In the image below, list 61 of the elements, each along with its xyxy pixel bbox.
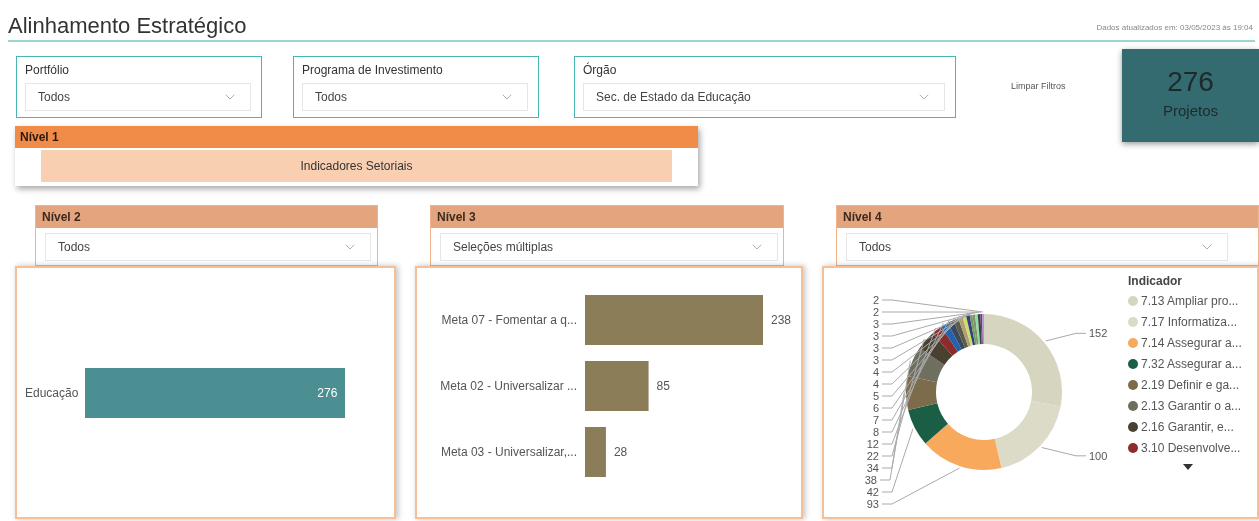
page-title: Alinhamento Estratégico xyxy=(8,15,247,39)
data-label: 3 xyxy=(872,318,879,330)
legend-label: 7.14 Assegurar a... xyxy=(1141,334,1242,352)
bar-value: 276 xyxy=(317,384,338,402)
data-label: 12 xyxy=(866,438,879,450)
category-label: Meta 07 - Fomentar a q... xyxy=(441,313,577,327)
scroll-down-icon[interactable] xyxy=(1183,464,1193,470)
dropdown[interactable]: Todos xyxy=(302,83,528,111)
legend-label: 2.19 Definir e ga... xyxy=(1141,376,1240,394)
level-filter-title: Nível 3 xyxy=(431,206,783,228)
bar xyxy=(585,361,649,411)
data-label: 38 xyxy=(864,474,877,486)
filter-label: Órgão xyxy=(583,61,618,79)
data-label: 8 xyxy=(872,426,879,438)
kpi-label: Projetos xyxy=(1163,101,1218,122)
leader-line xyxy=(1045,332,1087,342)
data-label: 100 xyxy=(1089,449,1108,462)
level-filter-title: Nível 2 xyxy=(36,206,377,228)
data-label: 152 xyxy=(1089,327,1108,340)
dropdown[interactable]: Todos xyxy=(25,83,251,111)
category-label: Educação xyxy=(25,384,80,402)
data-label: 2 xyxy=(872,306,879,318)
data-label: 3 xyxy=(872,330,879,342)
data-label: 7 xyxy=(872,414,879,426)
data-label: 2 xyxy=(872,294,879,306)
dropdown[interactable]: Todos xyxy=(846,233,1228,261)
legend-label: 3.10 Desenvolve... xyxy=(1141,439,1241,457)
dropdown[interactable]: Todos xyxy=(45,233,371,261)
data-label: 28 xyxy=(613,445,628,459)
level-filter-title: Nível 4 xyxy=(837,206,1258,228)
data-label: 42 xyxy=(866,486,879,498)
legend-label: 7.13 Ampliar pro... xyxy=(1141,292,1239,310)
filter-label: Programa de Investimento xyxy=(302,62,444,79)
bar xyxy=(585,427,606,477)
data-label: 3 xyxy=(872,342,879,354)
kpi-value: 276 xyxy=(1167,68,1214,97)
data-label: 5 xyxy=(872,390,879,402)
leader-line xyxy=(1041,447,1087,457)
slicer-tile[interactable]: Indicadores Setoriais xyxy=(41,150,672,182)
dropdown[interactable]: Seleções múltiplas xyxy=(440,233,778,261)
legend-label: 2.16 Garantir, e... xyxy=(1141,418,1234,436)
legend-label: 2.13 Garantir o a... xyxy=(1141,397,1242,415)
level1-title: Nível 1 xyxy=(15,126,698,148)
legend-label: 7.32 Assegurar a... xyxy=(1141,355,1242,373)
data-label: 238 xyxy=(771,313,792,327)
category-label: Meta 02 - Universalizar ... xyxy=(440,379,577,393)
clear-filters-link[interactable]: Limpar Filtros xyxy=(1011,80,1066,94)
data-label: 34 xyxy=(866,462,879,474)
legend-title: Indicador xyxy=(1128,273,1183,290)
dropdown[interactable]: Sec. de Estado da Educação xyxy=(583,83,945,111)
data-label: 93 xyxy=(866,498,879,510)
legend-label: 7.17 Informatiza... xyxy=(1141,313,1238,331)
data-label: 3 xyxy=(872,354,879,366)
data-label: 85 xyxy=(656,379,670,393)
update-timestamp: Dados atualizados em: 03/05/2023 às 19:04 xyxy=(1096,22,1253,34)
category-label: Meta 03 - Universalizar,... xyxy=(440,445,577,459)
data-label: 4 xyxy=(872,378,879,390)
data-label: 22 xyxy=(866,450,879,462)
data-label: 4 xyxy=(872,366,879,378)
data-label: 6 xyxy=(872,402,879,414)
filter-label: Portfólio xyxy=(25,62,71,79)
